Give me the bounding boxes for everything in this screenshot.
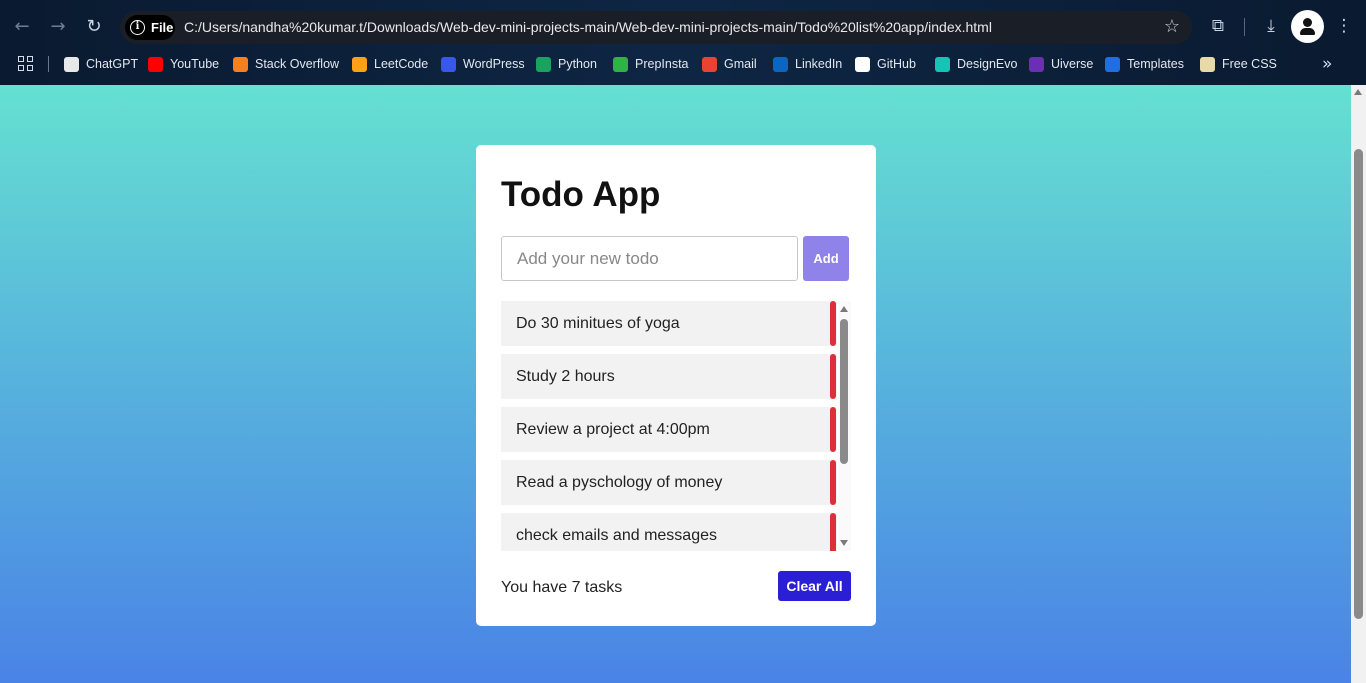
site-info-chip[interactable]: i File: [125, 15, 175, 40]
todo-text: Read a pyschology of money: [516, 474, 723, 491]
bookmark-leetcode[interactable]: LeetCode: [352, 55, 428, 73]
bookmark-label: Python: [558, 57, 597, 71]
menu-kebab-icon[interactable]: ⋮: [1332, 14, 1356, 38]
bookmark-label: Templates: [1127, 57, 1184, 71]
profile-avatar[interactable]: [1291, 10, 1324, 43]
app-title: Todo App: [501, 175, 661, 214]
back-button[interactable]: ←: [9, 14, 35, 40]
url-text[interactable]: C:/Users/nandha%20kumar.t/Downloads/Web-…: [184, 19, 992, 35]
todo-text: Do 30 minitues of yoga: [516, 315, 680, 332]
toolbar-divider: [1244, 18, 1245, 36]
bookmark-github[interactable]: GitHub: [855, 55, 916, 73]
bookmark-label: DesignEvo: [957, 57, 1018, 71]
site-chip-label: File: [151, 20, 174, 35]
bookmarks-bar: ChatGPT YouTube Stack Overflow LeetCode Word…: [0, 52, 1366, 76]
more-bookmarks-icon[interactable]: »: [1322, 54, 1332, 74]
apps-grid-icon[interactable]: [18, 56, 34, 72]
page-scrollbar[interactable]: [1351, 85, 1366, 683]
bookmark-python[interactable]: Python: [536, 55, 597, 73]
info-icon: i: [130, 20, 145, 35]
bookmark-star-icon[interactable]: ☆: [1164, 16, 1180, 37]
leetcode-icon: [352, 57, 367, 72]
bookmark-designevo[interactable]: DesignEvo: [935, 55, 1017, 73]
bookmark-chatgpt[interactable]: ChatGPT: [64, 55, 138, 73]
bookmarks-divider: [48, 56, 49, 72]
page-background: Todo App Add Do 30 minitues of yoga Study…: [0, 85, 1351, 683]
todo-list-scrollbar[interactable]: [838, 301, 851, 551]
todo-item[interactable]: Do 30 minitues of yoga: [501, 301, 837, 346]
bookmark-label: LinkedIn: [795, 57, 843, 71]
bookmark-label: YouTube: [170, 57, 220, 71]
task-count: You have 7 tasks: [501, 579, 623, 596]
bookmark-gmail[interactable]: Gmail: [702, 55, 757, 73]
extensions-icon[interactable]: ⧉: [1206, 14, 1230, 38]
linkedin-icon: [773, 57, 788, 72]
todo-text: Review a project at 4:00pm: [516, 421, 710, 438]
bookmark-label: Stack Overflow: [255, 57, 340, 71]
browser-toolbar: ← → ↻ i File C:/Users/nandha%20kumar.t/D…: [0, 8, 1366, 46]
todo-text: check emails and messages: [516, 527, 717, 544]
todo-item[interactable]: check emails and messages: [501, 513, 837, 551]
stackoverflow-icon: [233, 57, 248, 72]
bookmark-linkedin[interactable]: LinkedIn: [773, 55, 842, 73]
scroll-up-arrow-icon[interactable]: [840, 306, 848, 312]
bookmark-free-css[interactable]: Free CSS: [1200, 55, 1277, 73]
scroll-down-arrow-icon[interactable]: [840, 540, 848, 546]
page-scroll-up-icon[interactable]: [1354, 89, 1362, 95]
bookmark-label: Uiverse: [1051, 57, 1094, 71]
youtube-icon: [148, 57, 163, 72]
bookmark-wordpress[interactable]: WordPress: [441, 55, 525, 73]
page-scroll-thumb[interactable]: [1354, 149, 1363, 619]
bookmark-templates[interactable]: Templates: [1105, 55, 1184, 73]
freecss-icon: [1200, 57, 1215, 72]
chatgpt-icon: [64, 57, 79, 72]
bookmark-label: LeetCode: [374, 57, 429, 71]
delete-todo-bar[interactable]: [830, 354, 836, 399]
reload-button[interactable]: ↻: [81, 14, 107, 40]
todo-list[interactable]: Do 30 minitues of yoga Study 2 hours Revie…: [501, 301, 851, 551]
add-button[interactable]: Add: [803, 236, 849, 281]
bookmark-label: PrepInsta: [635, 57, 689, 71]
bookmark-prepinsta[interactable]: PrepInsta: [613, 55, 689, 73]
bookmark-stack-overflow[interactable]: Stack Overflow: [233, 55, 339, 73]
todo-card: Todo App Add Do 30 minitues of yoga Study…: [476, 145, 876, 626]
bookmark-label: GitHub: [877, 57, 916, 71]
todo-item[interactable]: Study 2 hours: [501, 354, 837, 399]
clear-all-button[interactable]: Clear All: [778, 571, 851, 601]
bookmark-label: WordPress: [463, 57, 525, 71]
templatemo-icon: [1105, 57, 1120, 72]
uiverse-icon: [1029, 57, 1044, 72]
delete-todo-bar[interactable]: [830, 460, 836, 505]
address-bar[interactable]: i File C:/Users/nandha%20kumar.t/Downloa…: [120, 11, 1192, 44]
github-icon: [855, 57, 870, 72]
delete-todo-bar[interactable]: [830, 513, 836, 551]
prepinsta-icon: [613, 57, 628, 72]
new-todo-input[interactable]: [501, 236, 798, 281]
browser-chrome: ← → ↻ i File C:/Users/nandha%20kumar.t/D…: [0, 0, 1366, 85]
download-icon[interactable]: ⤓: [1259, 14, 1283, 38]
bookmark-uiverse[interactable]: Uiverse: [1029, 55, 1093, 73]
wordpress-icon: [441, 57, 456, 72]
bookmark-label: Gmail: [724, 57, 757, 71]
bookmark-label: Free CSS: [1222, 57, 1277, 71]
bookmark-youtube[interactable]: YouTube: [148, 55, 219, 73]
todo-item[interactable]: Read a pyschology of money: [501, 460, 837, 505]
designevo-icon: [935, 57, 950, 72]
python-icon: [536, 57, 551, 72]
delete-todo-bar[interactable]: [830, 407, 836, 452]
scroll-thumb[interactable]: [840, 319, 848, 464]
gmail-icon: [702, 57, 717, 72]
forward-button[interactable]: →: [45, 14, 71, 40]
bookmark-label: ChatGPT: [86, 57, 139, 71]
todo-item[interactable]: Review a project at 4:00pm: [501, 407, 837, 452]
delete-todo-bar[interactable]: [830, 301, 836, 346]
todo-text: Study 2 hours: [516, 368, 615, 385]
